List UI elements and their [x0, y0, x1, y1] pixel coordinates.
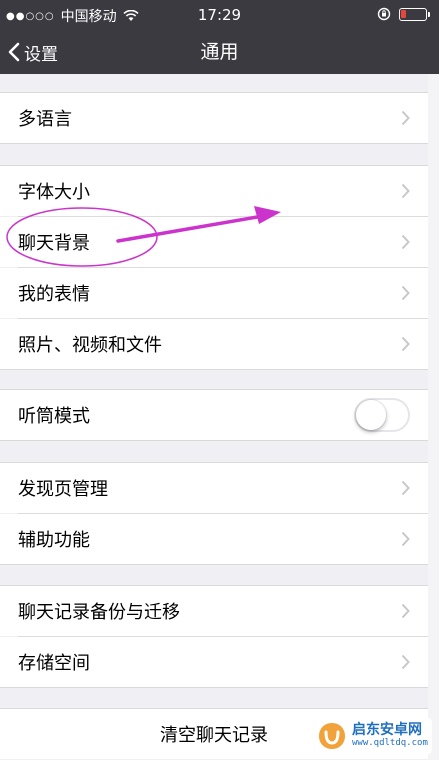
- chevron-left-icon: [8, 42, 20, 62]
- settings-row-chat-backup[interactable]: 聊天记录备份与迁移: [0, 586, 428, 636]
- row-label: 聊天背景: [18, 233, 90, 254]
- chevron-right-icon: [401, 336, 410, 352]
- chevron-right-icon: [401, 531, 410, 547]
- row-label: 辅助功能: [18, 530, 90, 551]
- watermark-name: 启东安卓网: [352, 722, 422, 739]
- settings-row-discover-management[interactable]: 发现页管理: [0, 463, 428, 513]
- group-border: [0, 369, 428, 370]
- settings-row-media-files[interactable]: 照片、视频和文件: [0, 319, 428, 369]
- clear-chat-history-label: 清空聊天记录: [160, 725, 268, 746]
- group-border: [0, 143, 428, 144]
- row-label: 多语言: [18, 109, 72, 130]
- chevron-right-icon: [401, 654, 410, 670]
- group-border: [0, 564, 428, 565]
- watermark-url: www.qdltdq.com: [352, 737, 428, 748]
- battery-icon: [399, 7, 430, 21]
- settings-row-accessibility[interactable]: 辅助功能: [0, 514, 428, 564]
- clock: 17:29: [197, 6, 242, 24]
- rotation-lock-icon: [377, 7, 391, 21]
- chevron-right-icon: [401, 183, 410, 199]
- watermark-logo-icon: [319, 723, 345, 749]
- settings-row-language[interactable]: 多语言: [0, 93, 428, 143]
- earpiece-mode-toggle[interactable]: [354, 398, 410, 432]
- group-border: [0, 440, 428, 441]
- chevron-right-icon: [401, 110, 410, 126]
- group-border: [0, 687, 428, 688]
- chevron-right-icon: [401, 603, 410, 619]
- row-label: 存储空间: [18, 653, 90, 674]
- watermark-text: 启东安卓网 www.qdltdq.com: [352, 722, 428, 748]
- settings-row-earpiece-mode: 听筒模式: [0, 390, 428, 440]
- side-margin: [428, 74, 439, 760]
- row-label: 字体大小: [18, 182, 90, 203]
- status-bar: ●●○○○ 中国移动 17:29: [0, 0, 439, 30]
- row-label: 聊天记录备份与迁移: [18, 602, 180, 623]
- nav-bar: 设置 通用: [0, 30, 439, 74]
- settings-row-storage[interactable]: 存储空间: [0, 637, 428, 687]
- back-label: 设置: [24, 44, 58, 65]
- back-button[interactable]: 设置: [8, 30, 58, 74]
- toggle-knob: [356, 400, 386, 430]
- page-title: 通用: [200, 41, 239, 63]
- row-label: 听筒模式: [18, 406, 90, 427]
- chevron-right-icon: [401, 234, 410, 250]
- row-label: 发现页管理: [18, 479, 108, 500]
- chevron-right-icon: [401, 480, 410, 496]
- status-right: [377, 7, 430, 21]
- chevron-right-icon: [401, 285, 410, 301]
- row-label: 我的表情: [18, 284, 90, 305]
- row-label: 照片、视频和文件: [18, 335, 162, 356]
- settings-row-font-size[interactable]: 字体大小: [0, 166, 428, 216]
- watermark: 启东安卓网 www.qdltdq.com: [312, 718, 432, 754]
- battery-level: [401, 9, 406, 18]
- settings-row-my-stickers[interactable]: 我的表情: [0, 268, 428, 318]
- settings-row-chat-background[interactable]: 聊天背景: [0, 217, 428, 267]
